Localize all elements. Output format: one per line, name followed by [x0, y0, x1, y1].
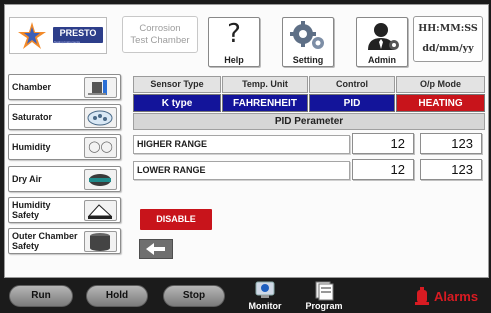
gears-icon — [283, 20, 333, 57]
monitor-icon — [255, 281, 275, 298]
admin-user-icon — [357, 20, 407, 57]
hold-button[interactable]: Hold — [86, 285, 148, 307]
sidebar-item-label: Chamber — [12, 82, 52, 92]
sidebar-item-humidity-safety[interactable]: Humidity Safety — [8, 197, 121, 223]
question-icon: ? — [227, 19, 241, 49]
pid-parameter-title: PID Perameter — [133, 113, 485, 130]
back-arrow-icon — [146, 243, 165, 255]
humidity-safety-icon — [84, 200, 117, 221]
sidebar-item-dry-air[interactable]: Dry Air — [8, 166, 121, 192]
program-button[interactable]: Program — [300, 281, 348, 311]
outer-chamber-safety-icon — [84, 231, 117, 252]
presto-logo: PRESTO Testing Instruments — [9, 17, 107, 54]
help-button[interactable]: ? Help — [208, 17, 260, 67]
monitor-label: Monitor — [248, 301, 282, 311]
higher-range-value-2[interactable]: 123 — [420, 133, 482, 154]
saturator-icon — [84, 107, 117, 128]
date-text: dd/mm/yy — [422, 43, 474, 54]
alarm-bell-icon[interactable] — [414, 287, 430, 307]
program-label: Program — [305, 301, 343, 311]
run-button[interactable]: Run — [9, 285, 73, 307]
logo-tagline: Testing Instruments — [54, 40, 81, 44]
header-temp-unit: Temp. Unit — [222, 76, 308, 93]
lower-range-value-2[interactable]: 123 — [420, 159, 482, 180]
chamber-name-line1: Corrosion — [139, 23, 181, 34]
sidebar-item-label: Saturator — [12, 112, 53, 122]
higher-range-value-1[interactable]: 12 — [352, 133, 414, 154]
sidebar-item-humidity[interactable]: Humidity ◯◯ — [8, 134, 121, 160]
admin-label: Admin — [368, 55, 396, 65]
sidebar-item-saturator[interactable]: Saturator — [8, 104, 121, 130]
disable-button[interactable]: DISABLE — [140, 209, 212, 230]
admin-button[interactable]: Admin — [356, 17, 408, 67]
chamber-name: Corrosion Test Chamber — [122, 16, 198, 53]
header-control: Control — [309, 76, 395, 93]
header-op-mode: O/p Mode — [396, 76, 485, 93]
sidebar-item-chamber[interactable]: Chamber — [8, 74, 121, 100]
humidity-icon: ◯◯ — [84, 137, 117, 158]
sidebar-item-label: Outer Chamber Safety — [12, 231, 78, 251]
lower-range-value-1[interactable]: 12 — [352, 159, 414, 180]
sidebar-item-label: Dry Air — [12, 174, 42, 184]
header-sensor-type: Sensor Type — [133, 76, 221, 93]
temp-unit-value[interactable]: FAHRENHEIT — [222, 94, 308, 112]
control-value[interactable]: PID — [309, 94, 395, 112]
dry-air-icon — [84, 169, 117, 190]
chamber-name-line2: Test Chamber — [130, 35, 190, 46]
help-label: Help — [224, 55, 244, 65]
star-logo-icon — [18, 22, 46, 49]
time-text: HH:MM:SS — [418, 23, 478, 34]
chamber-icon — [84, 77, 117, 98]
setting-label: Setting — [292, 55, 324, 65]
back-button[interactable] — [139, 239, 173, 259]
sidebar-item-outer-chamber-safety[interactable]: Outer Chamber Safety — [8, 228, 121, 254]
higher-range-label: HIGHER RANGE — [133, 135, 350, 154]
setting-button[interactable]: Setting — [282, 17, 334, 67]
date-time-display: HH:MM:SS dd/mm/yy — [413, 16, 483, 62]
program-icon — [315, 281, 334, 301]
monitor-button[interactable]: Monitor — [243, 281, 287, 311]
stop-button[interactable]: Stop — [163, 285, 225, 307]
sidebar-item-label: Humidity — [12, 142, 51, 152]
lower-range-label: LOWER RANGE — [133, 161, 350, 180]
op-mode-value[interactable]: HEATING — [396, 94, 485, 112]
sidebar-item-label: Humidity Safety — [12, 200, 51, 220]
alarms-button[interactable]: Alarms — [434, 289, 478, 304]
sensor-type-value[interactable]: K type — [133, 94, 221, 112]
